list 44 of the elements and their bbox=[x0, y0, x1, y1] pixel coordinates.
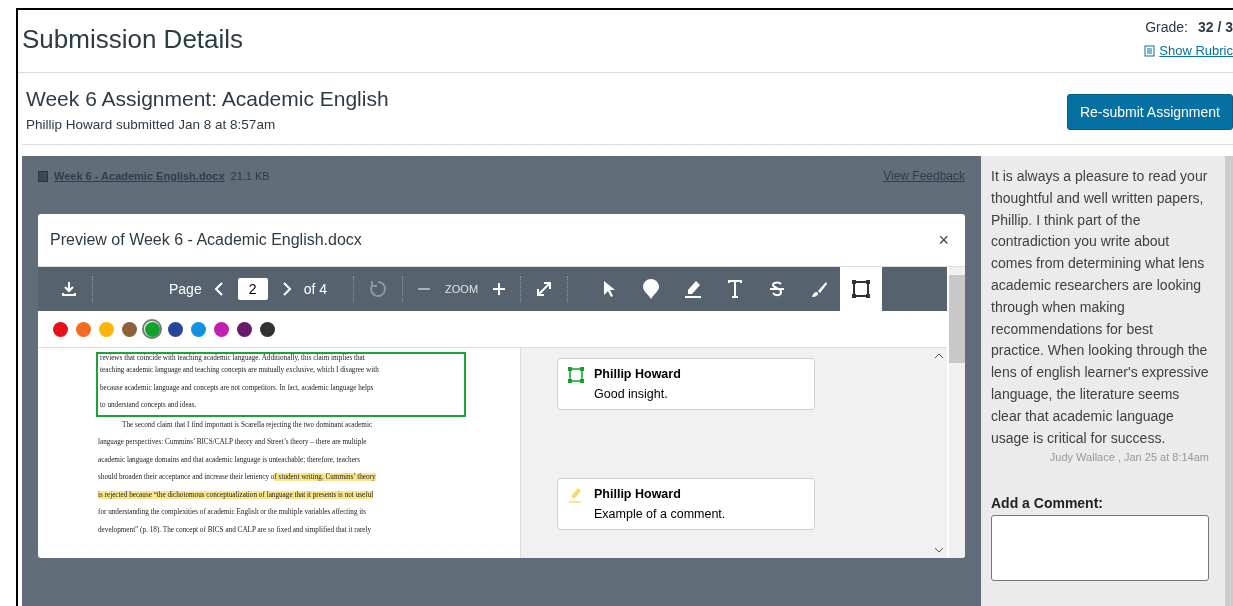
rectangle-select-icon bbox=[851, 279, 872, 299]
annotation-text: Good insight. bbox=[594, 387, 669, 401]
fullscreen-icon[interactable] bbox=[535, 280, 554, 298]
document-icon bbox=[38, 170, 48, 182]
area-annotation-box[interactable] bbox=[96, 352, 466, 417]
grade-value: 32 / 3 bbox=[1197, 19, 1233, 35]
comment-input-field[interactable] bbox=[991, 515, 1209, 582]
add-comment-label: Add a Comment: bbox=[991, 495, 1104, 512]
previous-page-icon[interactable] bbox=[213, 281, 224, 297]
annotation-card[interactable]: Phillip Howard Example of a comment. bbox=[557, 478, 815, 530]
submission-info: Phillip Howard submitted Jan 8 at 8:57am bbox=[26, 117, 277, 132]
grade-label: Grade: bbox=[1145, 19, 1188, 35]
brush-icon bbox=[810, 280, 829, 298]
zoom-in-icon[interactable] bbox=[492, 282, 507, 296]
comment-text: It is always a pleasure to read your thoughtful and well written papers, Phillip. I think part of the contradiction you write about comes from determining what lens academic researchers are looking through when making recommendations for best practice. When looking through the lens of english learner's expressive language, the literature seems clear that academic language usage is critical for success. bbox=[991, 167, 1209, 448]
zoom-label: ZOOM bbox=[445, 283, 479, 295]
page-number-field[interactable]: 2 bbox=[237, 278, 268, 300]
scrollbar[interactable] bbox=[949, 267, 965, 558]
next-page-icon[interactable] bbox=[281, 281, 292, 297]
dialog-title: Preview of Week 6 - Academic English.docx bbox=[50, 231, 362, 249]
color-swatch[interactable] bbox=[142, 319, 162, 339]
pin-icon bbox=[642, 278, 661, 300]
annotation-card[interactable]: Phillip Howard Good insight. bbox=[557, 358, 815, 410]
highlighter-icon bbox=[683, 279, 704, 299]
strikethrough-icon bbox=[768, 280, 787, 298]
highlighter-icon bbox=[568, 487, 584, 503]
assignment-title: Week 6 Assignment: Academic English bbox=[26, 87, 389, 111]
download-icon[interactable] bbox=[60, 280, 78, 298]
area-tool-button[interactable] bbox=[840, 267, 883, 311]
area-annotation-icon bbox=[568, 367, 584, 383]
scroll-down-icon[interactable] bbox=[934, 546, 944, 554]
close-button[interactable]: × bbox=[934, 229, 953, 251]
page-title: Submission Details bbox=[22, 24, 244, 56]
annotation-text: Example of a comment. bbox=[594, 507, 726, 521]
page-total: of 4 bbox=[303, 281, 328, 297]
page-label: Page bbox=[169, 281, 202, 297]
show-rubric-link[interactable]: Show Rubric bbox=[1144, 43, 1233, 58]
annotation-author: Phillip Howard bbox=[594, 367, 681, 381]
comment-meta: Judy Wallace , Jan 25 at 8:14am bbox=[1048, 451, 1209, 464]
scroll-up-icon[interactable] bbox=[934, 352, 944, 360]
annotation-author: Phillip Howard bbox=[594, 487, 682, 501]
rubric-icon bbox=[1144, 44, 1156, 57]
resubmit-button[interactable]: Re-submit Assignment bbox=[1066, 94, 1233, 130]
text-tool-icon bbox=[727, 280, 744, 298]
